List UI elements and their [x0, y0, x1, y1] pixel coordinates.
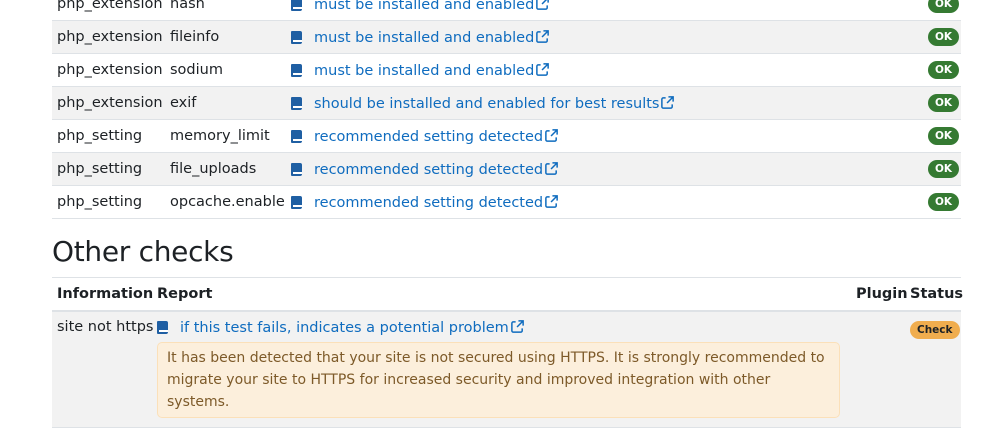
row-type: php_extension — [52, 0, 165, 21]
row-report: recommended setting detected — [286, 152, 891, 186]
table-row: php_extension fileinfo must be installed a… — [52, 20, 961, 54]
row-type: php_extension — [52, 20, 165, 54]
book-icon[interactable] — [291, 30, 302, 44]
header-plugin: Plugin — [851, 277, 908, 312]
row-status: OK — [891, 53, 961, 87]
check-report: if this test fails, indicates a potentia… — [152, 311, 851, 428]
book-icon[interactable] — [291, 195, 302, 209]
row-report: should be installed and enabled for best… — [286, 86, 891, 120]
status-badge: OK — [928, 61, 960, 79]
check-information: site not https — [52, 311, 153, 428]
status-badge: OK — [928, 160, 960, 178]
row-name: file_uploads — [165, 152, 286, 186]
table-row: php_extension sodium must be installed and… — [52, 53, 961, 87]
row-type: php_setting — [52, 119, 165, 153]
row-report: must be installed and enabled — [286, 0, 891, 21]
status-badge: OK — [928, 94, 960, 112]
header-report: Report — [152, 277, 851, 312]
status-badge: OK — [928, 193, 960, 211]
row-report: must be installed and enabled — [286, 20, 891, 54]
report-link[interactable]: if this test fails, indicates a potentia… — [180, 320, 509, 336]
table-row: php_extension exif should be installed and… — [52, 86, 961, 120]
row-name: memory_limit — [165, 119, 286, 153]
book-icon[interactable] — [291, 96, 302, 110]
row-status: OK — [891, 152, 961, 186]
table-row: php_setting file_uploads recommended setti… — [52, 152, 961, 186]
table-row: site not https if this test fails, indic… — [52, 311, 961, 428]
https-warning-alert: It has been detected that your site is n… — [157, 342, 840, 418]
external-link-icon[interactable] — [535, 62, 550, 77]
row-name: exif — [165, 86, 286, 120]
other-checks-table: Information Report Plugin Status site no… — [52, 277, 963, 428]
table-row: php_setting opcache.enable recommended set… — [52, 185, 961, 219]
book-icon[interactable] — [291, 0, 302, 11]
row-name: sodium — [165, 53, 286, 87]
report-link[interactable]: recommended setting detected — [314, 195, 543, 211]
header-information: Information — [52, 277, 153, 312]
report-link[interactable]: should be installed and enabled for best… — [314, 96, 659, 112]
row-name: hash — [165, 0, 286, 21]
external-link-icon[interactable] — [544, 128, 559, 143]
row-report: recommended setting detected — [286, 185, 891, 219]
status-badge: OK — [928, 127, 960, 145]
report-link[interactable]: must be installed and enabled — [314, 30, 534, 46]
row-status: OK — [891, 86, 961, 120]
row-status: OK — [891, 20, 961, 54]
report-link[interactable]: must be installed and enabled — [314, 63, 534, 79]
report-line: if this test fails, indicates a potentia… — [157, 317, 846, 336]
page-content: php_extension hash must be installed and e… — [52, 0, 963, 428]
external-link-icon[interactable] — [535, 0, 550, 11]
other-checks-title: Other checks — [52, 235, 234, 268]
row-status: OK — [891, 119, 961, 153]
check-status: Check — [905, 311, 961, 428]
external-link-icon[interactable] — [544, 161, 559, 176]
status-badge: OK — [928, 28, 960, 46]
table-row: php_setting memory_limit recommended setti… — [52, 119, 961, 153]
book-icon[interactable] — [291, 129, 302, 143]
row-type: php_extension — [52, 86, 165, 120]
status-badge: OK — [928, 0, 960, 13]
environment-table: php_extension hash must be installed and e… — [52, 0, 961, 219]
row-report: recommended setting detected — [286, 119, 891, 153]
book-icon[interactable] — [291, 162, 302, 176]
report-link[interactable]: must be installed and enabled — [314, 0, 534, 13]
check-plugin — [851, 311, 905, 428]
row-type: php_setting — [52, 152, 165, 186]
report-link[interactable]: recommended setting detected — [314, 129, 543, 145]
row-status: OK — [891, 185, 961, 219]
row-status: OK — [891, 0, 961, 21]
external-link-icon[interactable] — [510, 319, 525, 334]
row-report: must be installed and enabled — [286, 53, 891, 87]
book-icon[interactable] — [291, 63, 302, 77]
row-type: php_extension — [52, 53, 165, 87]
report-link[interactable]: recommended setting detected — [314, 162, 543, 178]
row-name: opcache.enable — [165, 185, 286, 219]
book-icon[interactable] — [157, 321, 168, 334]
external-link-icon[interactable] — [535, 29, 550, 44]
row-type: php_setting — [52, 185, 165, 219]
external-link-icon[interactable] — [660, 95, 675, 110]
external-link-icon[interactable] — [544, 194, 559, 209]
row-name: fileinfo — [165, 20, 286, 54]
status-badge: Check — [910, 321, 960, 339]
table-row: php_extension hash must be installed and e… — [52, 0, 961, 21]
other-checks-header-row: Information Report Plugin Status — [52, 277, 963, 312]
header-status: Status — [905, 277, 963, 312]
